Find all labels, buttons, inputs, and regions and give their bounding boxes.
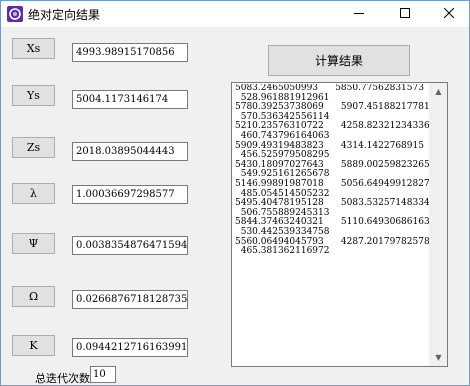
result-window: 绝对定向结果 Xs 4993.98915170856 Ys 5004.11731… — [0, 0, 470, 386]
calculate-button[interactable]: 计算结果 — [268, 45, 410, 76]
app-icon — [7, 6, 23, 22]
close-button[interactable] — [429, 1, 469, 25]
iterations-field[interactable]: 10 — [90, 366, 116, 383]
window-title: 绝对定向结果 — [28, 8, 101, 22]
kappa-field[interactable]: 0.0944212716163991 — [72, 338, 188, 357]
psi-button[interactable]: Ψ — [12, 233, 55, 254]
zs-button[interactable]: Zs — [12, 137, 55, 158]
omega-button[interactable]: Ω — [12, 286, 55, 307]
xs-field[interactable]: 4993.98915170856 — [72, 43, 188, 62]
omega-field[interactable]: 0.0266876718128735 — [72, 290, 188, 309]
zs-field[interactable]: 2018.03895044443 — [72, 142, 188, 161]
iterations-label: 总迭代次数 — [35, 372, 90, 385]
results-text: 5083.2465050993 5850.77562831573 528.961… — [235, 84, 430, 257]
maximize-button[interactable] — [385, 1, 425, 25]
scroll-up-arrow-icon[interactable]: ▲ — [430, 83, 447, 100]
minimize-button[interactable] — [339, 1, 379, 25]
kappa-button[interactable]: K — [12, 335, 55, 356]
results-textarea[interactable]: 5083.2465050993 5850.77562831573 528.961… — [231, 82, 448, 367]
maximize-icon — [400, 8, 410, 18]
title-bar: 绝对定向结果 — [1, 1, 469, 27]
ys-button[interactable]: Ys — [12, 85, 55, 106]
lambda-field[interactable]: 1.00036697298577 — [72, 185, 188, 204]
close-icon — [444, 8, 454, 18]
scroll-down-arrow-icon[interactable]: ▼ — [430, 349, 447, 366]
psi-field[interactable]: 0.00383548764715941 — [72, 236, 188, 255]
ys-field[interactable]: 5004.1173146174 — [72, 90, 188, 109]
results-scrollbar[interactable]: ▲ ▼ — [429, 83, 447, 366]
lambda-button[interactable]: λ — [12, 183, 55, 204]
minimize-icon — [354, 13, 364, 14]
xs-button[interactable]: Xs — [12, 38, 55, 59]
